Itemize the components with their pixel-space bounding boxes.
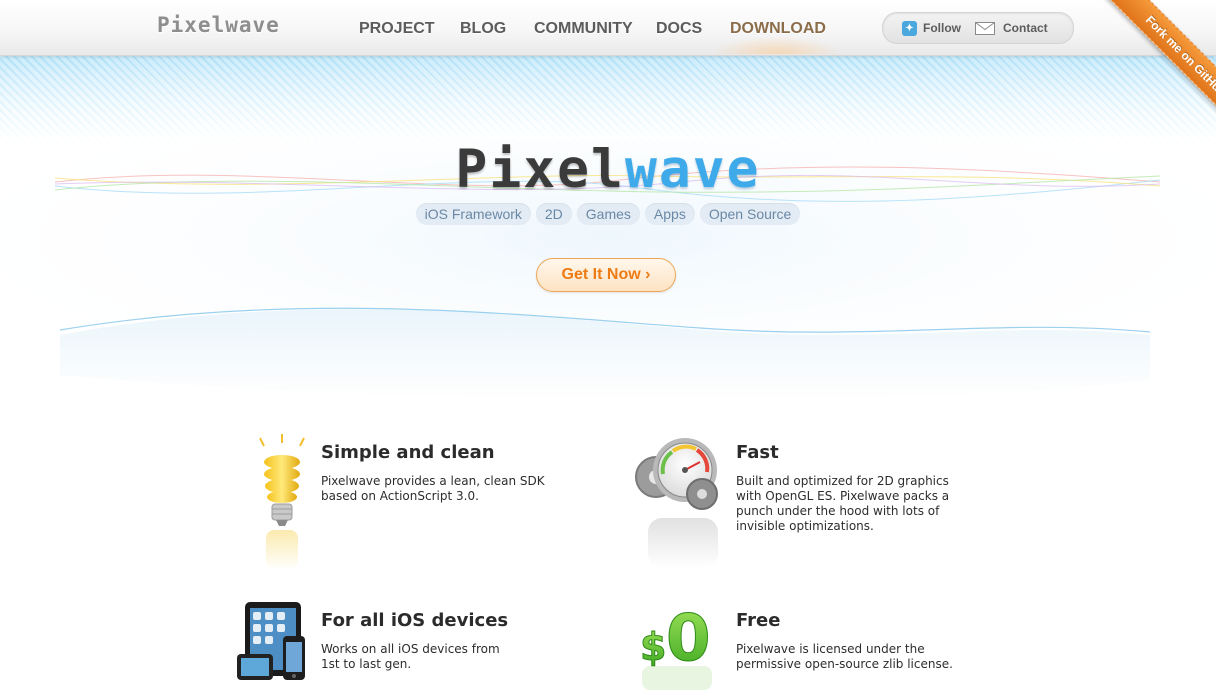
feature-free: $ 0 Free Pixelwave is licensed under the… (630, 598, 990, 692)
tag-list: iOS Framework 2D Games Apps Open Source (0, 203, 1216, 225)
feature-description-line: 1st to last gen. (321, 657, 412, 671)
contact-button[interactable]: Contact (975, 19, 1048, 37)
tag-games: Games (576, 203, 640, 225)
follow-label: Follow (923, 21, 961, 35)
mail-icon (975, 21, 995, 35)
feature-description-line: invisible optimizations. (736, 519, 874, 533)
tag-apps: Apps (644, 203, 695, 225)
nav-item-download[interactable]: DOWNLOAD (730, 20, 826, 38)
feature-description-line: Built and optimized for 2D graphics (736, 474, 949, 488)
feature-description-line: punch under the hood with lots of (736, 504, 940, 518)
nav-item-docs[interactable]: DOCS (656, 20, 702, 38)
ios-devices-icon (237, 602, 305, 680)
feature-simple-and-clean: Simple and clean Pixelwave provides a le… (240, 430, 560, 580)
nav-item-community[interactable]: COMMUNITY (534, 20, 633, 38)
svg-text:$: $ (640, 625, 666, 669)
dollar-zero-icon: $ 0 (640, 602, 712, 690)
speedometer-gear-icon (635, 438, 718, 568)
svg-text:0: 0 (666, 602, 711, 676)
feature-description: Built and optimized for 2D graphics with… (736, 474, 949, 534)
follow-button[interactable]: ✦ Follow (902, 19, 961, 37)
feature-description-line: based on ActionScript 3.0. (321, 489, 479, 503)
twitter-icon: ✦ (902, 20, 917, 36)
feature-title: For all iOS devices (321, 610, 509, 631)
hero-logo: Pixelwave (0, 140, 1216, 200)
tag-ios-framework: iOS Framework (415, 203, 531, 225)
feature-all-ios-devices: For all iOS devices Works on all iOS dev… (230, 598, 560, 692)
tag-2d: 2D (535, 203, 572, 225)
fork-on-github-ribbon[interactable]: Fork me on GitHub (1101, 0, 1216, 141)
download-highlight-glow (712, 36, 842, 54)
feature-title: Free (736, 610, 781, 631)
nav-logo[interactable]: Pixelwave (157, 13, 280, 37)
feature-title: Fast (736, 442, 779, 463)
feature-description: Pixelwave provides a lean, clean SDK bas… (321, 474, 545, 504)
feature-title: Simple and clean (321, 442, 495, 463)
lightbulb-icon (259, 434, 305, 570)
nav-item-project[interactable]: PROJECT (359, 20, 435, 38)
nav-item-blog[interactable]: BLOG (460, 20, 506, 38)
feature-description-line: Pixelwave provides a lean, clean SDK (321, 474, 545, 488)
feature-description: Pixelwave is licensed under the permissi… (736, 642, 953, 672)
hero-logo-blue-part: wave (624, 139, 761, 200)
hero-stripe-background (0, 55, 1216, 145)
tag-open-source: Open Source (699, 203, 801, 225)
feature-description-line: with OpenGL ES. Pixelwave packs a (736, 489, 950, 503)
feature-fast: Fast Built and optimized for 2D graphics… (620, 430, 980, 580)
feature-description-line: permissive open-source zlib license. (736, 657, 953, 671)
top-navigation-bar: Pixelwave PROJECT BLOG COMMUNITY DOCS DO… (0, 0, 1216, 56)
get-it-now-button[interactable]: Get It Now › (536, 258, 676, 292)
github-ribbon-container: Fork me on GitHub (1066, 0, 1216, 150)
feature-description: Works on all iOS devices from 1st to las… (321, 642, 500, 672)
contact-label: Contact (1003, 21, 1048, 35)
social-links: ✦ Follow Contact (882, 12, 1074, 44)
feature-description-line: Works on all iOS devices from (321, 642, 500, 656)
feature-description-line: Pixelwave is licensed under the (736, 642, 925, 656)
hero-logo-dark-part: Pixel (455, 139, 625, 200)
